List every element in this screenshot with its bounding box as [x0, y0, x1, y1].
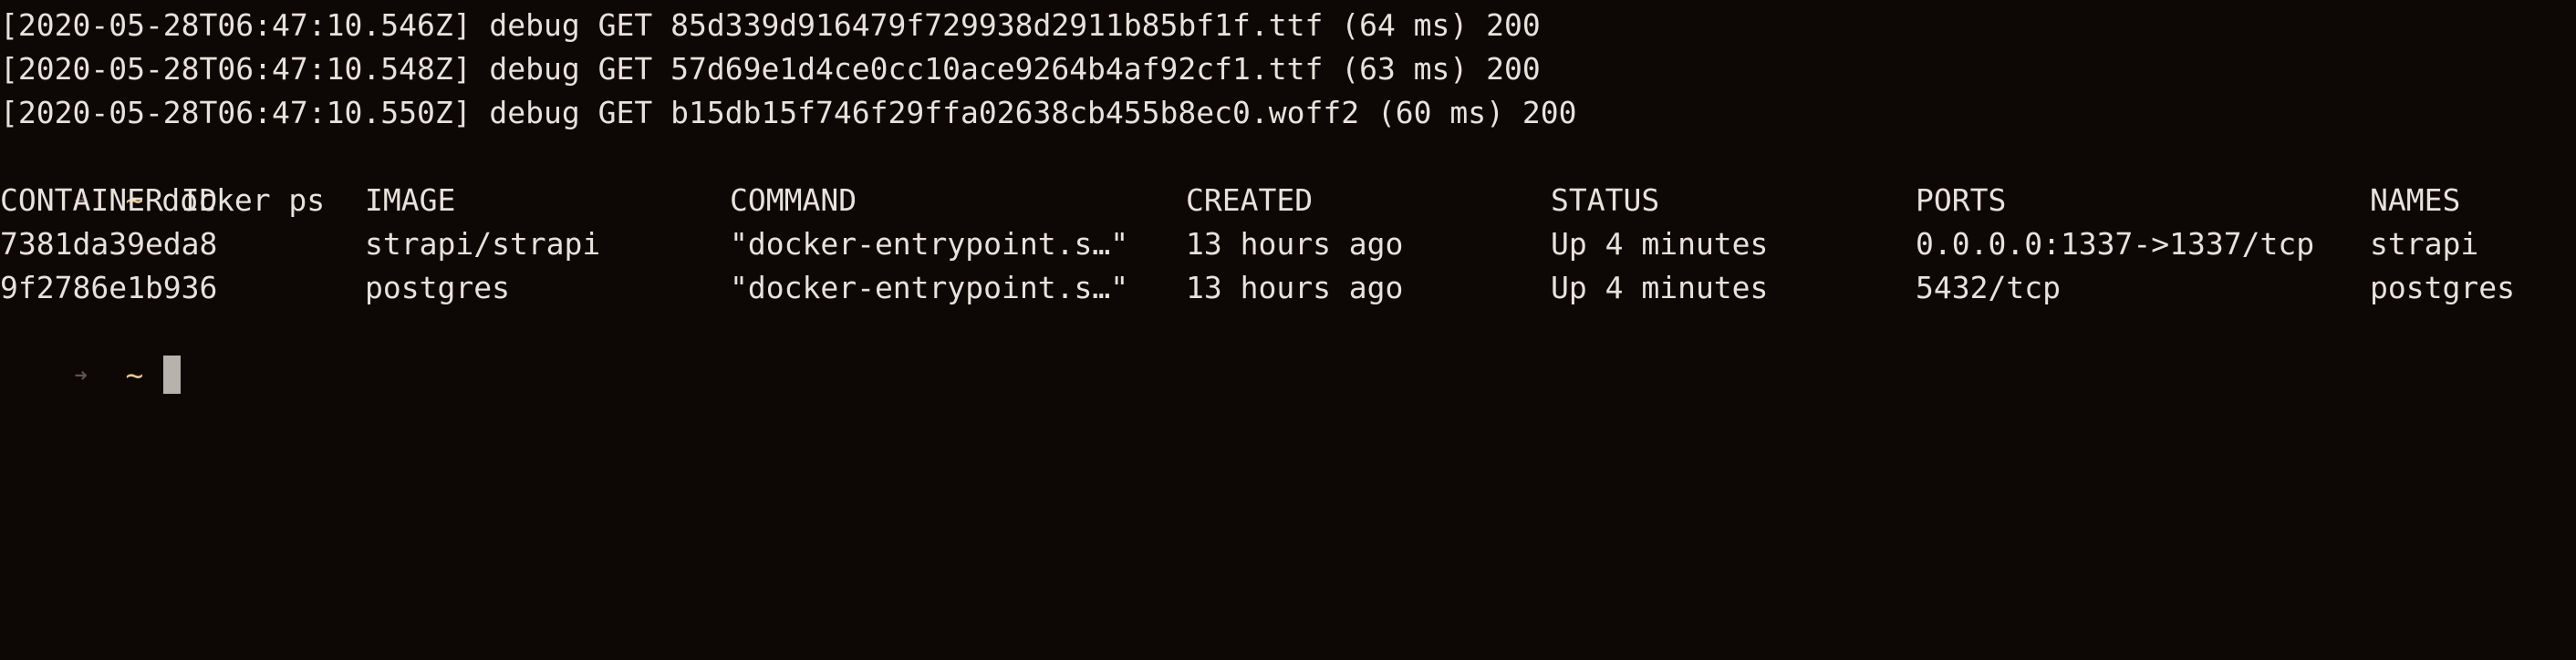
cell-created: 13 hours ago [1186, 226, 1404, 262]
cell-ports: 0.0.0.0:1337->1337/tcp [1916, 226, 2315, 262]
cell-status: Up 4 minutes [1551, 270, 1769, 305]
table-header-row: CONTAINER ID IMAGE COMMAND CREATED STATU… [0, 179, 2460, 222]
cell-status: Up 4 minutes [1551, 226, 1769, 262]
cell-created: 13 hours ago [1186, 270, 1404, 305]
cell-ports: 5432/tcp [1916, 270, 2061, 305]
cell-container-id: 7381da39eda8 [0, 226, 218, 262]
table-row: 9f2786e1b936 postgres "docker-entrypoint… [0, 266, 2515, 310]
cell-names: postgres [2370, 270, 2515, 305]
log-line: [2020-05-28T06:47:10.546Z] debug GET 85d… [0, 7, 1541, 43]
prompt-arrow-icon: ➜ [74, 363, 88, 388]
cell-command: "docker-entrypoint.s…" [730, 270, 1129, 305]
table-row: 7381da39eda8 strapi/strapi "docker-entry… [0, 222, 2478, 266]
cell-names: strapi [2370, 226, 2479, 262]
header-command: COMMAND [730, 182, 857, 218]
log-line: [2020-05-28T06:47:10.548Z] debug GET 57d… [0, 51, 1541, 87]
prompt-directory: ~ [125, 357, 144, 393]
header-container-id: CONTAINER ID [0, 182, 218, 218]
prompt-line: ➜ ~ docker ps [0, 135, 325, 218]
terminal-window[interactable]: [2020-05-28T06:47:10.546Z] debug GET 85d… [0, 0, 2576, 394]
cell-image: strapi/strapi [365, 226, 601, 262]
cell-command: "docker-entrypoint.s…" [730, 226, 1129, 262]
header-ports: PORTS [1916, 182, 2007, 218]
cell-image: postgres [365, 270, 510, 305]
header-names: NAMES [2370, 182, 2461, 218]
text-cursor[interactable] [163, 355, 182, 394]
prompt-line[interactable]: ➜ ~ [0, 310, 182, 394]
header-status: STATUS [1551, 182, 1660, 218]
header-image: IMAGE [365, 182, 456, 218]
header-created: CREATED [1186, 182, 1314, 218]
log-line: [2020-05-28T06:47:10.550Z] debug GET b15… [0, 95, 1577, 130]
cell-container-id: 9f2786e1b936 [0, 270, 218, 305]
